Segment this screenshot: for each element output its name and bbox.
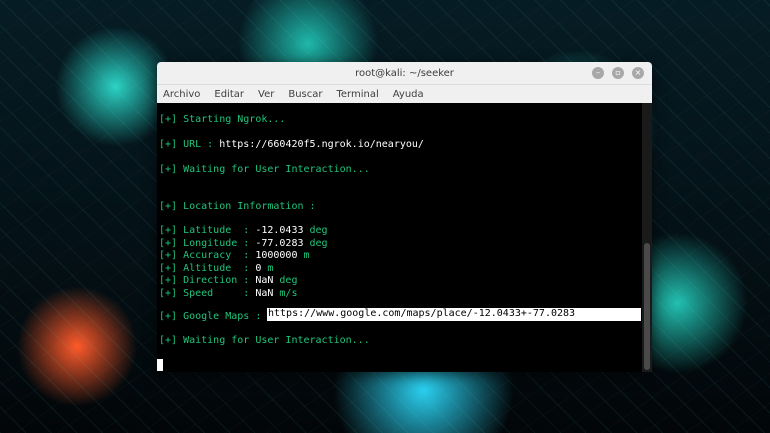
minimize-button[interactable]: – — [592, 67, 604, 79]
accuracy-unit: m — [297, 250, 310, 261]
accuracy-label: [+] Accuracy : — [159, 250, 256, 261]
direction-unit: deg — [273, 275, 298, 286]
menu-ayuda[interactable]: Ayuda — [391, 89, 426, 100]
terminal-cursor — [157, 359, 163, 371]
latitude-label: [+] Latitude : — [159, 225, 256, 236]
url-label: [+] URL : — [159, 139, 220, 150]
altitude-label: [+] Altitude : — [159, 262, 256, 274]
longitude-unit: deg — [303, 237, 328, 249]
menu-archivo[interactable]: Archivo — [161, 89, 202, 100]
close-button[interactable]: × — [632, 67, 644, 79]
ngrok-url: https://660420f5.ngrok.io/nearyou/ — [219, 139, 424, 150]
terminal-output[interactable]: [+] Starting Ngrok... [+] URL : https://… — [157, 103, 642, 372]
accuracy-line: [+] Accuracy : 1000000 m — [159, 250, 310, 262]
speed-label: [+] Speed : — [159, 287, 256, 299]
latitude-unit: deg — [303, 225, 328, 236]
menu-bar: Archivo Editar Ver Buscar Terminal Ayuda — [157, 85, 652, 104]
direction-label: [+] Direction : — [159, 275, 256, 286]
output-waiting-1: [+] Waiting for User Interaction... — [159, 164, 370, 175]
terminal-scrollbar[interactable] — [642, 103, 652, 372]
longitude-line: [+] Longitude : -77.0283 deg — [159, 238, 328, 250]
longitude-label: [+] Longitude : — [159, 237, 256, 249]
menu-terminal[interactable]: Terminal — [334, 89, 380, 100]
longitude-value: -77.0283 — [255, 237, 304, 249]
altitude-unit: m — [261, 262, 274, 274]
maximize-button[interactable]: ▫ — [612, 67, 624, 79]
menu-editar[interactable]: Editar — [212, 89, 246, 100]
scrollbar-thumb[interactable] — [644, 243, 650, 370]
window-title: root@kali: ~/seeker — [355, 67, 454, 79]
speed-unit: m/s — [273, 287, 298, 299]
latitude-line: [+] Latitude : -12.0433 deg — [159, 225, 328, 237]
google-maps-url-selection[interactable]: https://www.google.com/maps/place/-12.04… — [267, 308, 641, 321]
output-location-header: [+] Location Information : — [159, 201, 316, 212]
speed-line: [+] Speed : NaN m/s — [159, 288, 297, 300]
latitude-value: -12.0433 — [255, 225, 304, 236]
google-maps-label: [+] Google Maps : — [159, 311, 268, 322]
terminal-window[interactable]: root@kali: ~/seeker – ▫ × Archivo Editar… — [157, 62, 652, 372]
direction-line: [+] Direction : NaN deg — [159, 275, 297, 287]
window-controls: – ▫ × — [592, 67, 644, 79]
altitude-line: [+] Altitude : 0 m — [159, 263, 273, 275]
output-url-line: [+] URL : https://660420f5.ngrok.io/near… — [159, 139, 424, 151]
title-bar[interactable]: root@kali: ~/seeker – ▫ × — [157, 62, 652, 85]
speed-value: NaN — [255, 287, 274, 299]
output-starting-ngrok: [+] Starting Ngrok... — [159, 114, 286, 125]
accuracy-value: 1000000 — [255, 250, 298, 261]
direction-value: NaN — [255, 275, 274, 286]
menu-buscar[interactable]: Buscar — [286, 89, 324, 100]
menu-ver[interactable]: Ver — [256, 89, 276, 100]
output-waiting-2: [+] Waiting for User Interaction... — [159, 335, 370, 346]
